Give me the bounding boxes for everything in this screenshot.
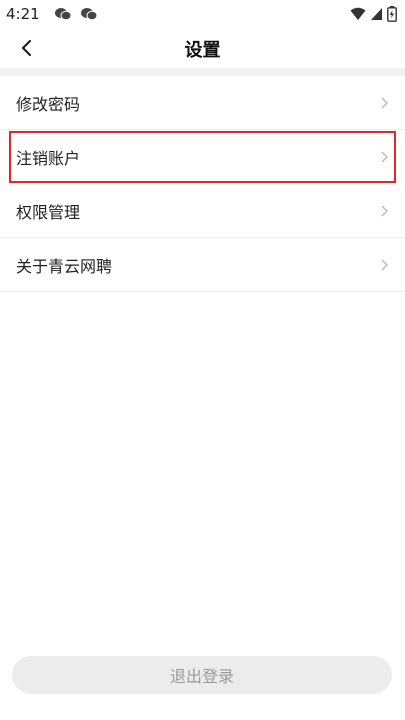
chevron-right-icon	[381, 151, 388, 162]
chevron-right-icon	[381, 97, 388, 108]
menu-item-label: 修改密码	[16, 94, 81, 114]
menu-item-label: 注销账户	[16, 148, 81, 168]
status-icons	[350, 6, 397, 22]
menu-item-change-password[interactable]: 修改密码	[0, 76, 405, 130]
chevron-right-icon	[381, 205, 388, 216]
menu-item-permissions[interactable]: 权限管理	[0, 184, 405, 238]
logout-button[interactable]: 退出登录	[12, 656, 392, 694]
wechat-icon	[80, 8, 98, 21]
chevron-right-icon	[381, 259, 388, 270]
signal-icon	[371, 8, 382, 20]
battery-icon	[387, 6, 397, 22]
wechat-icon	[54, 8, 72, 21]
menu-item-cancel-account[interactable]: 注销账户	[8, 130, 397, 184]
wifi-icon	[350, 7, 366, 20]
status-time: 4:21	[6, 5, 40, 23]
page-title: 设置	[184, 40, 221, 61]
menu-item-label: 权限管理	[16, 202, 81, 222]
menu-item-about[interactable]: 关于青云网聘	[0, 238, 405, 292]
settings-menu: 修改密码 注销账户 权限管理 关于青云网聘	[0, 76, 405, 292]
header: 设置	[0, 28, 405, 68]
header-divider	[0, 68, 405, 76]
menu-item-label: 关于青云网聘	[16, 256, 113, 276]
status-bar: 4:21	[0, 0, 405, 28]
